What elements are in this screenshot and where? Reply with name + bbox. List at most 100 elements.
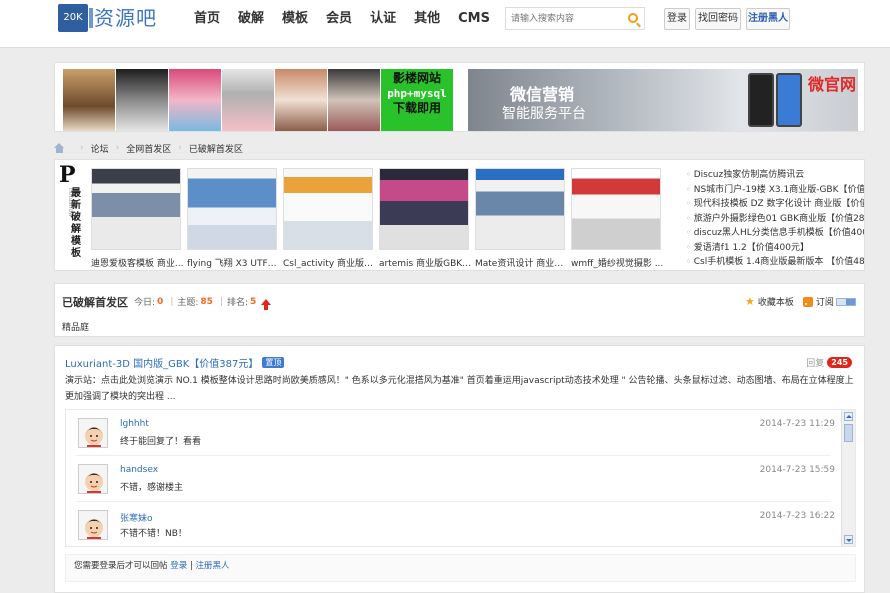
showcase-item[interactable]: wmff_婚纱视觉摄影 ...: [571, 168, 663, 269]
showcase-thumbnail: [571, 168, 661, 250]
showcase-item[interactable]: 迪恩爱极客模板 商业...: [91, 168, 183, 269]
layout-toggle-icon[interactable]: [835, 297, 856, 306]
site-logo[interactable]: 20K 资源吧: [58, 2, 168, 36]
showcase-link[interactable]: Csl手机模板 1.4商业版最新版本 【价值480: [686, 255, 864, 270]
ad-line-2: php+mysql: [387, 87, 447, 100]
avatar[interactable]: [78, 464, 108, 494]
reply-message: 不错不错！NB！: [120, 529, 187, 539]
stats-separator: |: [170, 296, 174, 307]
ad-photo-5: [275, 69, 327, 131]
ad-studio-website[interactable]: 影楼网站 php+mysql 下载即用: [63, 69, 453, 131]
showcase-thumbnail: [187, 168, 277, 250]
forum-stats: 今日: 0 | 主题: 85 | 排名: 5: [134, 295, 272, 310]
forgot-password-button[interactable]: 找回密码: [695, 8, 741, 30]
showcase-item[interactable]: flying 飞翔 X3 UTF8 v...: [187, 168, 281, 269]
ad-photo-3: [169, 69, 221, 131]
showcase-thumbnail: [475, 168, 565, 250]
nav-other[interactable]: 其他: [414, 10, 440, 28]
reply-time: 2014-7-23 15:59: [759, 465, 835, 475]
breadcrumb-separator: ›: [178, 143, 182, 153]
login-button[interactable]: 登录: [664, 8, 690, 30]
scroll-up-arrow-icon[interactable]: [844, 412, 853, 421]
breadcrumb-section[interactable]: 全网首发区: [126, 142, 171, 155]
scroll-down-arrow-icon[interactable]: [844, 535, 853, 544]
footer-register-link[interactable]: 注册黑人: [196, 561, 230, 571]
showcase-p-letter: P: [59, 162, 76, 188]
ad-photo-2: [116, 69, 168, 131]
nav-members[interactable]: 会员: [326, 10, 352, 28]
thread-title[interactable]: Luxuriant-3D 国内版_GBK【价值387元】: [65, 355, 258, 370]
showcase-item[interactable]: Csl_activity 商业版V...: [283, 168, 377, 269]
logo-text: 资源吧: [94, 6, 157, 30]
showcase-thumbnail: [379, 168, 469, 250]
sticky-tag: 置顶: [262, 357, 285, 368]
search-icon[interactable]: [628, 13, 638, 23]
home-icon[interactable]: [54, 143, 65, 153]
subscribe-link[interactable]: 订阅: [816, 295, 834, 308]
nav-crack[interactable]: 破解: [238, 10, 264, 28]
avatar[interactable]: [78, 510, 108, 540]
forum-actions: ★ 收藏本板 订阅: [745, 295, 856, 308]
nav-certify[interactable]: 认证: [370, 10, 396, 28]
main-nav: 首页 破解 模板 会员 认证 其他 CMS: [194, 10, 508, 28]
avatar[interactable]: [78, 418, 108, 448]
reply-message: 不错，感谢楼主: [120, 483, 184, 493]
rss-icon: [802, 296, 813, 307]
ad-line-1: 影楼网站: [392, 71, 441, 85]
reply-time: 2014-7-23 11:29: [759, 419, 835, 429]
ad-banner: 影楼网站 php+mysql 下载即用 微信营销 智能服务平台 微官网: [54, 62, 865, 132]
showcase-caption: Csl_activity 商业版V...: [283, 259, 377, 269]
reply-time: 2014-7-23 16:22: [759, 511, 835, 521]
logo-badge: 20K: [58, 4, 93, 32]
ad-wechat-subtitle: 智能服务平台: [502, 106, 586, 122]
nav-cms[interactable]: CMS: [458, 10, 490, 28]
rank-up-arrow-icon: [261, 298, 272, 310]
showcase-thumbnails: 迪恩爱极客模板 商业... flying 飞翔 X3 UTF8 v... Csl…: [91, 168, 667, 269]
showcase-link[interactable]: Discuz独家仿制高仿腾讯云: [686, 168, 864, 183]
ad-wechat-brand: 微官网: [808, 75, 857, 94]
ad-photo-6: [328, 69, 380, 131]
breadcrumb-current[interactable]: 已破解首发区: [189, 142, 243, 155]
thread-description: 演示站：点击此处浏览演示 NO.1 模板整体设计思路时尚欧美质感风！" 色系以多…: [65, 376, 854, 402]
rank-value: 5: [250, 296, 257, 307]
star-icon: ★: [745, 295, 755, 308]
nav-templates[interactable]: 模板: [282, 10, 308, 28]
reply-username[interactable]: lghhht: [120, 419, 149, 429]
nav-home[interactable]: 首页: [194, 10, 220, 28]
footer-login-link[interactable]: 登录: [170, 561, 187, 571]
reply-username[interactable]: handsex: [120, 465, 158, 475]
stats-separator: |: [219, 296, 223, 307]
ad-wechat-platform[interactable]: 微信营销 智能服务平台 微官网: [468, 69, 858, 131]
reply-item: lghhht 终于能回复了！看看 2014-7-23 11:29: [66, 410, 841, 456]
showcase-caption: artemis 商业版GBK【...: [379, 259, 473, 269]
showcase-caption: Mate资讯设计 商业版...: [475, 259, 569, 269]
showcase-item[interactable]: Mate资讯设计 商业版...: [475, 168, 569, 269]
showcase-item[interactable]: artemis 商业版GBK【...: [379, 168, 473, 269]
today-label: 今日:: [134, 298, 156, 308]
showcase-link[interactable]: discuz黑人HL分类信息手机模板【价值400元: [686, 226, 864, 241]
showcase-link[interactable]: 旅游户外摄影绿色01 GBK商业版【价值288: [686, 212, 864, 227]
breadcrumb: › 论坛 › 全网首发区 › 已破解首发区: [54, 141, 243, 155]
favorite-board-link[interactable]: 收藏本板: [758, 295, 794, 308]
ad-photo-4: [222, 69, 274, 131]
top-header: 20K 资源吧 首页 破解 模板 会员 认证 其他 CMS 登录 找回密码 注册…: [0, 0, 890, 48]
reply-login-prompt: 您需要登录后才可以回帖 登录 | 注册黑人: [65, 554, 856, 582]
login-prompt-text: 您需要登录后才可以回帖: [74, 561, 168, 571]
reply-message: 终于能回复了！看看: [120, 437, 202, 447]
breadcrumb-separator: ›: [115, 143, 120, 153]
forum-header: 已破解首发区 今日: 0 | 主题: 85 | 排名: 5 ★ 收藏本板 订阅 …: [54, 283, 865, 337]
ad-green-box: 影楼网站 php+mysql 下载即用: [381, 69, 453, 131]
showcase-caption: wmff_婚纱视觉摄影 ...: [571, 259, 664, 269]
showcase-link[interactable]: 爱语清f1 1.2【价值400元】: [686, 241, 864, 256]
breadcrumb-separator: ›: [80, 143, 84, 153]
digest-tab[interactable]: 精品庭: [62, 320, 89, 333]
scrollbar-thumb[interactable]: [844, 424, 853, 442]
breadcrumb-forum[interactable]: 论坛: [91, 142, 109, 155]
reply-username[interactable]: 张寒妹o: [120, 511, 153, 524]
ad-wechat-title: 微信营销: [510, 85, 575, 104]
showcase-link[interactable]: NS城市门户-19楼 X3.1商业版-GBK【价值: [686, 183, 864, 198]
search-input[interactable]: [506, 8, 616, 29]
reply-scrollbar[interactable]: [841, 410, 855, 546]
showcase-link[interactable]: 现代科技模板 DZ 数字化设计 商业版【价值: [686, 197, 864, 212]
register-button[interactable]: 注册黑人: [746, 8, 790, 30]
